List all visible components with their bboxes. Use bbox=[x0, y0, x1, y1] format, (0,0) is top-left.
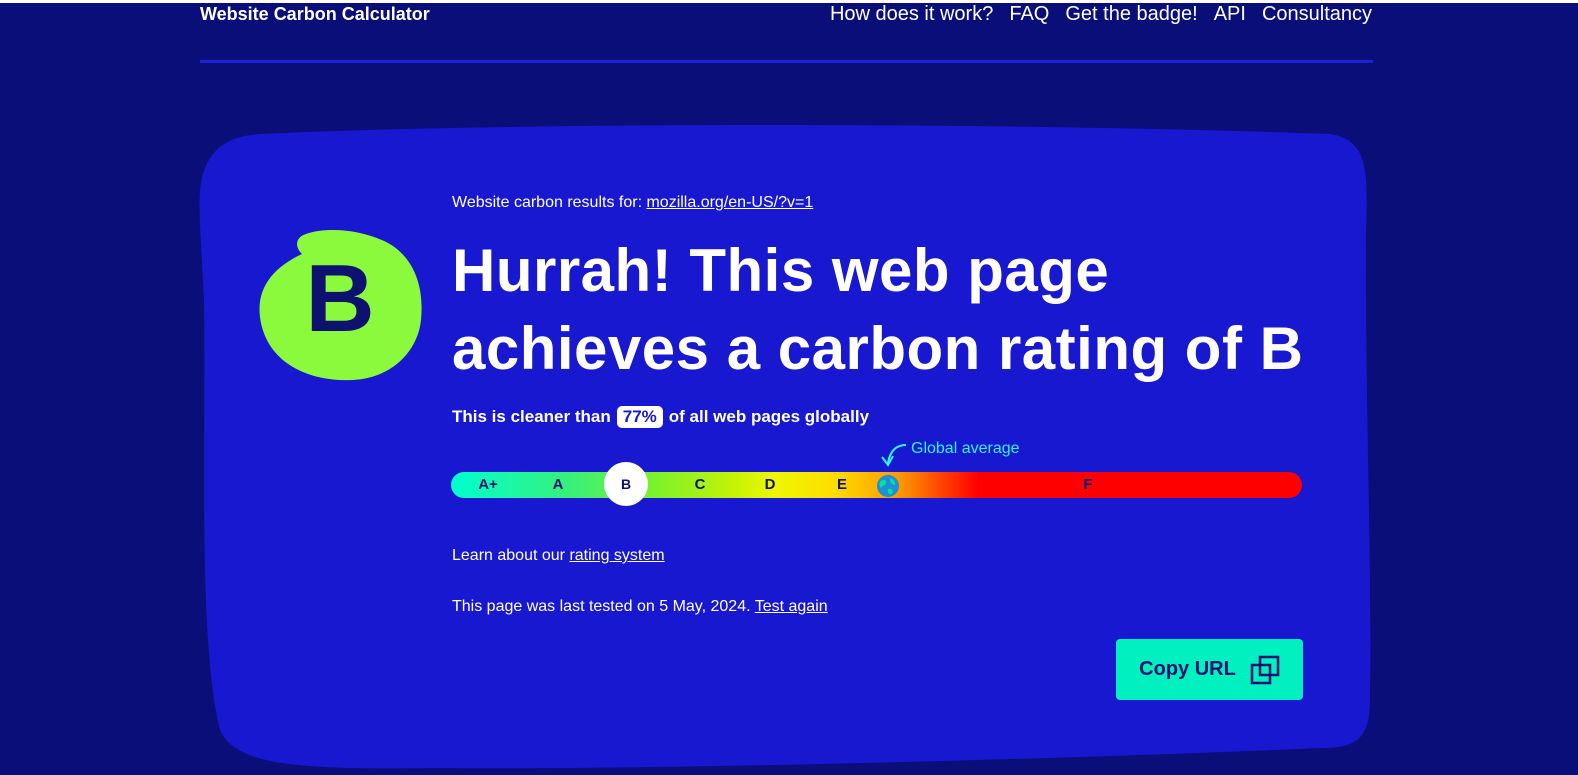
results-for: Website carbon results for: mozilla.org/… bbox=[452, 194, 813, 212]
copy-url-label: Copy URL bbox=[1139, 658, 1236, 680]
page-title: Hurrah! This web page achieves a carbon … bbox=[452, 237, 1304, 382]
scale-label-e: E bbox=[836, 476, 847, 493]
results-url-link[interactable]: mozilla.org/en-US/?v=1 bbox=[646, 194, 813, 211]
learn-prefix: Learn about our bbox=[452, 547, 565, 564]
rating-system-link[interactable]: rating system bbox=[569, 547, 664, 564]
last-tested: This page was last tested on 5 May, 2024… bbox=[452, 598, 828, 616]
last-tested-text: This page was last tested on 5 May, 2024… bbox=[452, 598, 751, 615]
results-prefix: Website carbon results for: bbox=[452, 194, 643, 211]
page: Website Carbon Calculator How does it wo… bbox=[0, 0, 1578, 775]
copy-icon bbox=[1250, 655, 1280, 684]
current-rating-marker: B bbox=[604, 462, 648, 506]
scale-label-f: F bbox=[1083, 476, 1093, 493]
scale-label-c: C bbox=[694, 476, 706, 493]
grade-letter: B bbox=[305, 245, 375, 352]
cleaner-suffix: of all web pages globally bbox=[668, 407, 870, 426]
test-again-link[interactable]: Test again bbox=[755, 598, 828, 615]
scale-label-a-plus: A+ bbox=[478, 476, 498, 493]
cleaner-percent-badge: 77% bbox=[616, 406, 663, 428]
globe-icon bbox=[877, 475, 899, 497]
cleaner-than: This is cleaner than 77% of all web page… bbox=[452, 406, 869, 428]
cleaner-prefix: This is cleaner than bbox=[452, 407, 611, 426]
learn-rating: Learn about our rating system bbox=[452, 547, 665, 565]
curved-arrow-icon bbox=[881, 444, 907, 467]
copy-url-button[interactable]: Copy URL bbox=[1116, 639, 1303, 700]
scale-label-d: D bbox=[764, 476, 776, 493]
scale-label-a: A bbox=[552, 476, 564, 493]
global-average-label: Global average bbox=[911, 440, 1020, 457]
